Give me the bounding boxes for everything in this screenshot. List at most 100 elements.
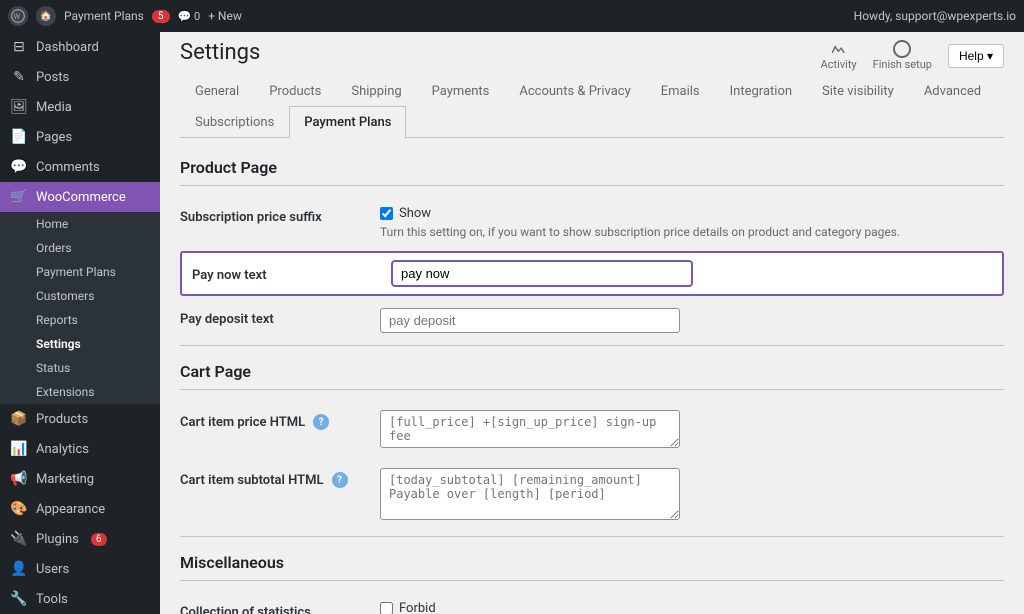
sidebar-item-tools[interactable]: 🔧 Tools xyxy=(0,584,160,614)
products-icon: 📦 xyxy=(10,410,28,428)
cart-item-price-html-input[interactable] xyxy=(380,410,680,448)
sidebar-sub-orders[interactable]: Orders xyxy=(0,236,160,260)
sidebar-item-products[interactable]: 📦 Products xyxy=(0,404,160,434)
admin-topbar: W 🏠 Payment Plans 5 💬 0 + New Howdy, sup… xyxy=(0,0,1024,32)
woocommerce-icon: 🛒 xyxy=(10,188,28,206)
pay-deposit-text-content xyxy=(380,308,1004,333)
pay-deposit-text-label: Pay deposit text xyxy=(180,308,380,327)
pay-deposit-text-input[interactable] xyxy=(380,308,680,333)
sidebar-sub-settings[interactable]: Settings xyxy=(0,332,160,356)
sidebar-sub-reports[interactable]: Reports xyxy=(0,308,160,332)
sidebar-label-users: Users xyxy=(36,562,69,577)
sidebar-label-analytics: Analytics xyxy=(36,442,89,457)
sidebar-sub-home[interactable]: Home xyxy=(0,212,160,236)
tab-general[interactable]: General xyxy=(180,75,254,107)
subscription-price-suffix-checkbox-label: Show xyxy=(399,206,431,221)
users-icon: 👤 xyxy=(10,560,28,578)
tab-advanced[interactable]: Advanced xyxy=(909,75,996,107)
posts-icon: ✎ xyxy=(10,68,28,86)
tab-products[interactable]: Products xyxy=(254,75,336,107)
cart-page-title: Cart Page xyxy=(180,362,1004,390)
sidebar-sub-status[interactable]: Status xyxy=(0,356,160,380)
sidebar-item-posts[interactable]: ✎ Posts xyxy=(0,62,160,92)
tab-accounts[interactable]: Accounts & Privacy xyxy=(504,75,645,107)
cart-item-subtotal-html-label: Cart item subtotal HTML ? xyxy=(180,468,380,488)
main-content: Settings Activity Finish setup Help ▾ xyxy=(160,32,1024,614)
subscription-price-suffix-content: Show Turn this setting on, if you want t… xyxy=(380,206,1004,239)
subscription-price-suffix-checkbox[interactable] xyxy=(380,207,393,220)
sidebar-sub-extensions[interactable]: Extensions xyxy=(0,380,160,404)
collection-of-statistics-content: Forbid Turn this setting on, if you don'… xyxy=(380,601,1004,614)
sidebar-item-pages[interactable]: 📄 Pages xyxy=(0,122,160,152)
sidebar-item-analytics[interactable]: 📊 Analytics xyxy=(0,434,160,464)
activity-label: Activity xyxy=(821,58,857,71)
collection-of-statistics-row: Collection of statistics Forbid Turn thi… xyxy=(180,593,1004,614)
activity-button[interactable]: Activity xyxy=(821,40,857,71)
tab-subscriptions[interactable]: Subscriptions xyxy=(180,106,289,138)
comments-icon: 💬 xyxy=(10,158,28,176)
howdy-text: Howdy, support@wpexperts.io xyxy=(854,9,1016,23)
sidebar-label-plugins: Plugins xyxy=(36,532,79,547)
pay-now-text-input[interactable] xyxy=(392,261,692,286)
dashboard-icon: ⊟ xyxy=(10,38,28,56)
cart-item-subtotal-html-input[interactable] xyxy=(380,468,680,520)
tab-payment-plans[interactable]: Payment Plans xyxy=(289,106,406,138)
plugins-icon: 🔌 xyxy=(10,530,28,548)
finish-setup-button[interactable]: Finish setup xyxy=(873,40,932,71)
svg-text:W: W xyxy=(14,13,21,21)
pages-icon: 📄 xyxy=(10,128,28,146)
comment-icon: 💬 0 xyxy=(178,10,201,23)
collection-of-statistics-checkbox-row: Forbid xyxy=(380,601,1004,614)
tab-shipping[interactable]: Shipping xyxy=(336,75,416,107)
sidebar-item-comments[interactable]: 💬 Comments xyxy=(0,152,160,182)
sidebar-item-plugins[interactable]: 🔌 Plugins 6 xyxy=(0,524,160,554)
help-button[interactable]: Help ▾ xyxy=(948,44,1004,68)
pay-now-text-label: Pay now text xyxy=(192,264,392,283)
sidebar-item-dashboard[interactable]: ⊟ Dashboard xyxy=(0,32,160,62)
tab-site-visibility[interactable]: Site visibility xyxy=(807,75,909,107)
settings-body: General Products Shipping Payments Accou… xyxy=(160,75,1024,614)
sidebar-item-woocommerce[interactable]: 🛒 WooCommerce xyxy=(0,182,160,212)
sidebar-item-marketing[interactable]: 📢 Marketing xyxy=(0,464,160,494)
sidebar-label-media: Media xyxy=(36,100,72,115)
settings-tabs: General Products Shipping Payments Accou… xyxy=(180,75,1004,138)
page-title: Settings xyxy=(180,40,260,65)
finish-setup-label: Finish setup xyxy=(873,58,932,71)
media-icon: 🖼 xyxy=(10,98,28,116)
tab-emails[interactable]: Emails xyxy=(646,75,715,107)
sidebar-label-marketing: Marketing xyxy=(36,472,94,487)
wp-logo-icon: W xyxy=(8,6,28,26)
sidebar-sub-customers[interactable]: Customers xyxy=(0,284,160,308)
tab-payments[interactable]: Payments xyxy=(417,75,505,107)
cart-item-subtotal-html-content xyxy=(380,468,1004,524)
cart-item-price-html-row: Cart item price HTML ? xyxy=(180,402,1004,460)
sidebar-label-comments: Comments xyxy=(36,160,100,175)
content-header: Settings Activity Finish setup Help ▾ xyxy=(160,32,1024,75)
subscription-price-suffix-checkbox-row: Show xyxy=(380,206,1004,221)
pay-deposit-text-row: Pay deposit text xyxy=(180,300,1004,341)
sidebar-label-pages: Pages xyxy=(36,130,72,145)
cart-item-price-html-info-icon: ? xyxy=(313,414,329,430)
sidebar-item-media[interactable]: 🖼 Media xyxy=(0,92,160,122)
sidebar-item-users[interactable]: 👤 Users xyxy=(0,554,160,584)
sidebar-sub-payment-plans[interactable]: Payment Plans xyxy=(0,260,160,284)
product-page-title: Product Page xyxy=(180,158,1004,186)
sidebar-item-appearance[interactable]: 🎨 Appearance xyxy=(0,494,160,524)
notification-count: 5 xyxy=(152,10,170,23)
tools-icon: 🔧 xyxy=(10,590,28,608)
analytics-icon: 📊 xyxy=(10,440,28,458)
topbar-right: Howdy, support@wpexperts.io xyxy=(854,9,1016,23)
site-name: Payment Plans xyxy=(64,9,144,23)
sidebar-label-products: Products xyxy=(36,412,88,427)
tab-integration[interactable]: Integration xyxy=(715,75,807,107)
collection-of-statistics-checkbox[interactable] xyxy=(380,602,393,614)
sidebar-label-posts: Posts xyxy=(36,70,69,85)
sidebar: ⊟ Dashboard ✎ Posts 🖼 Media 📄 Pages 💬 Co… xyxy=(0,32,160,614)
woocommerce-submenu: Home Orders Payment Plans Customers Repo… xyxy=(0,212,160,404)
app-container: W 🏠 Payment Plans 5 💬 0 + New Howdy, sup… xyxy=(0,0,1024,614)
new-button[interactable]: + New xyxy=(208,9,242,23)
pay-now-text-content xyxy=(392,261,992,286)
collection-of-statistics-label: Collection of statistics xyxy=(180,601,380,614)
miscellaneous-title: Miscellaneous xyxy=(180,553,1004,581)
marketing-icon: 📢 xyxy=(10,470,28,488)
